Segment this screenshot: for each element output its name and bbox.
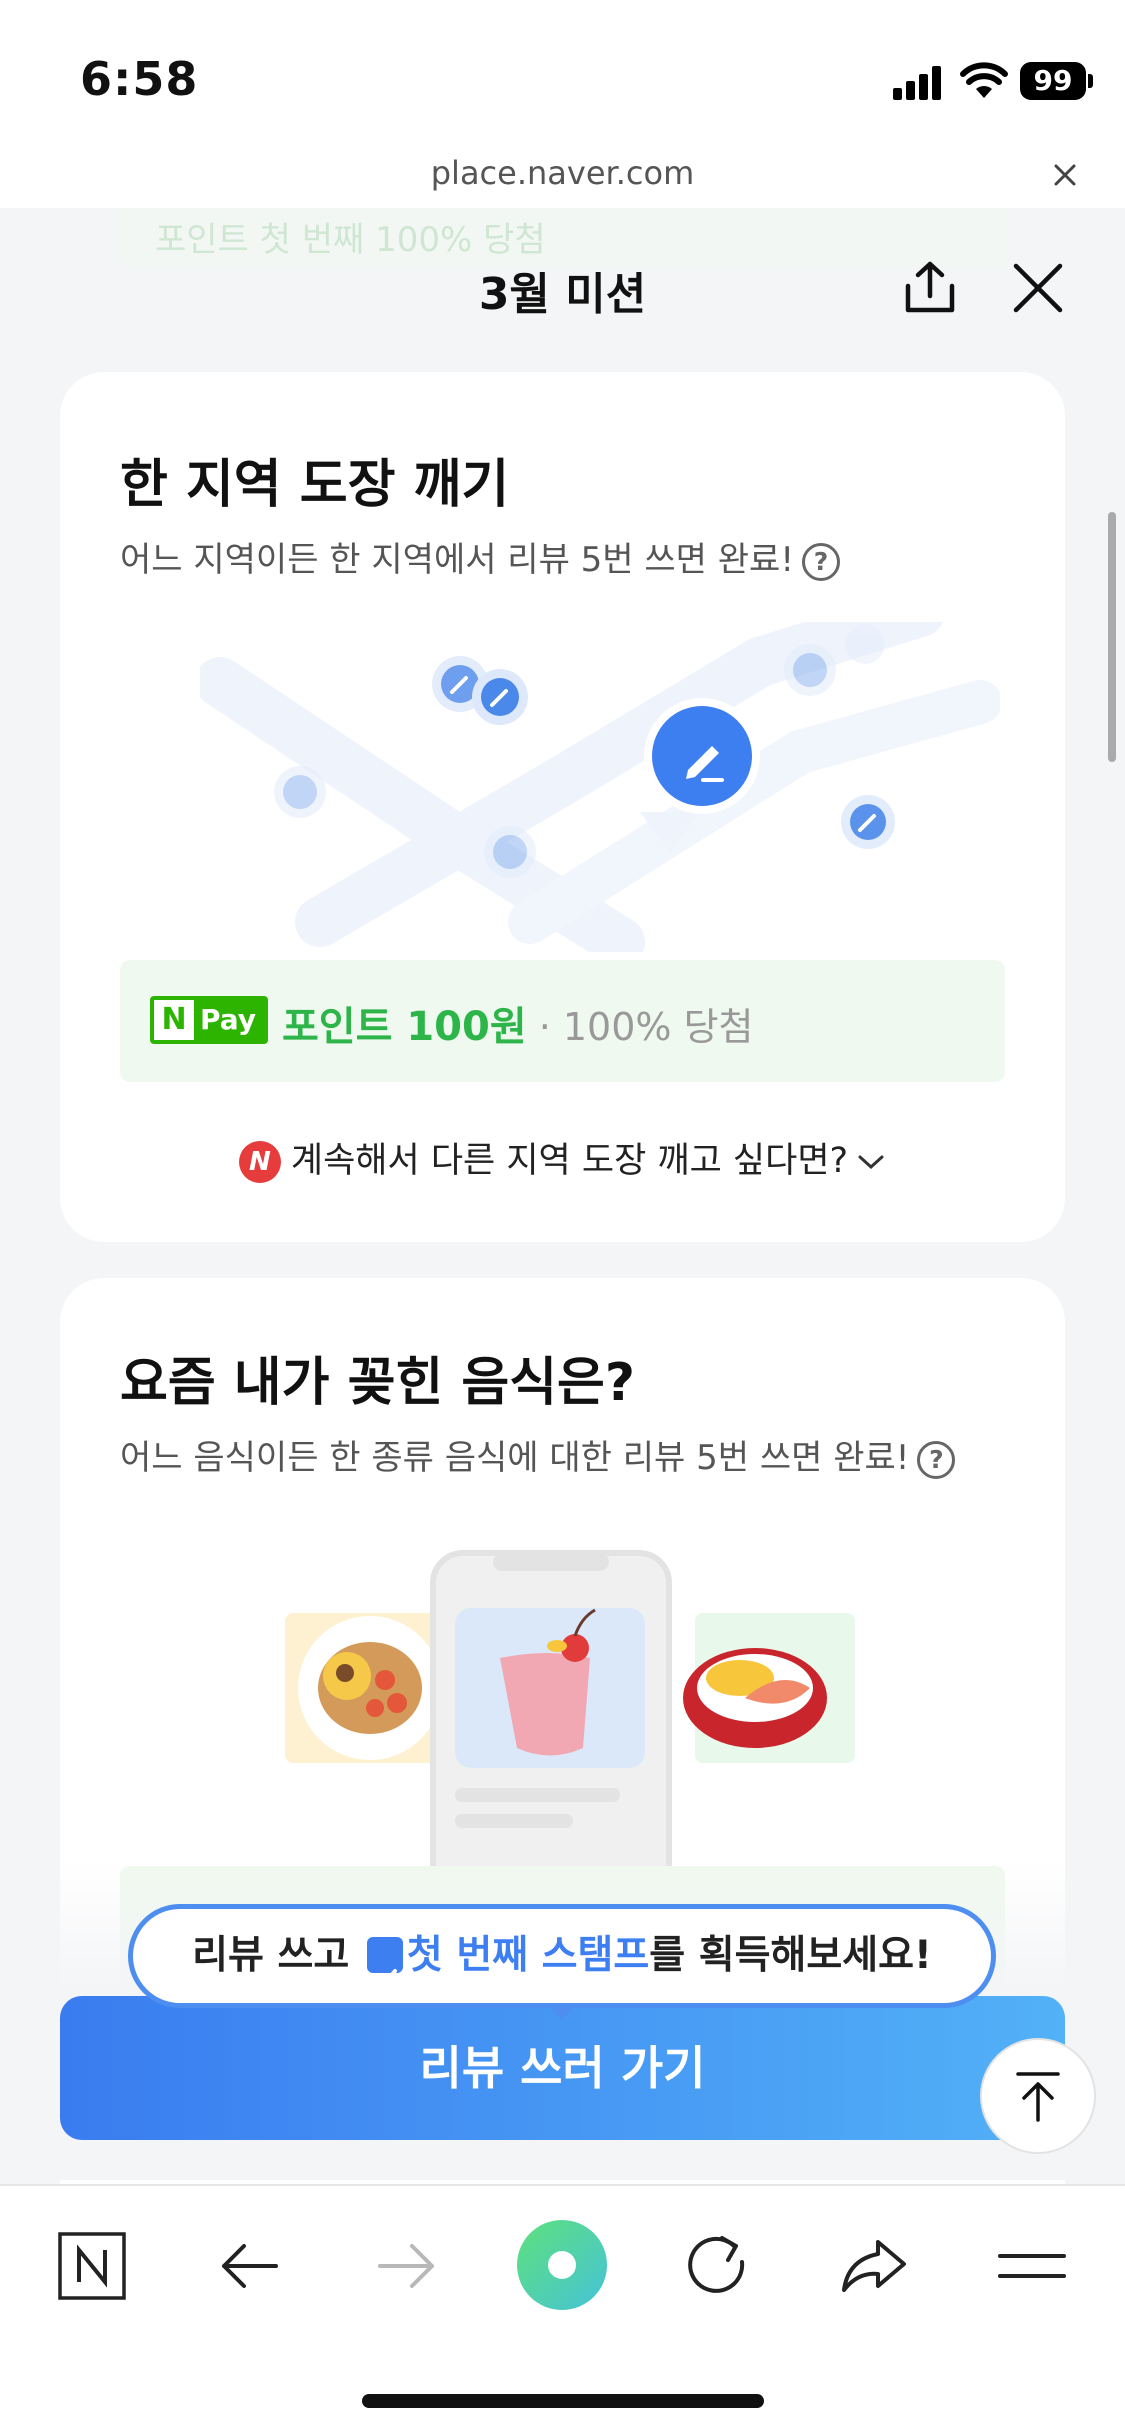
- mission-description: 어느 지역이든 한 지역에서 리뷰 5번 쓰면 완료!?: [120, 532, 840, 581]
- reward-label: 포인트 100원: [282, 1004, 527, 1050]
- cellular-signal-icon: [893, 66, 943, 100]
- scroll-to-top-button[interactable]: [980, 2038, 1096, 2154]
- mission-description: 어느 음식이든 한 종류 음식에 대한 리뷰 5번 쓰면 완료!?: [120, 1430, 956, 1479]
- wifi-icon: [960, 62, 1008, 98]
- url-bar: place.naver.com: [0, 150, 1125, 208]
- scrollbar[interactable]: [1108, 512, 1116, 762]
- refresh-icon[interactable]: [678, 2226, 758, 2306]
- tooltip-prefix: 리뷰 쓰고: [192, 1933, 363, 1978]
- reward-box: N Pay 포인트 100원 · 100% 당첨: [120, 960, 1005, 1082]
- page-header: 포인트 첫 번째 100% 당첨 3월 미션: [0, 208, 1125, 373]
- share-arrow-icon[interactable]: [834, 2226, 914, 2306]
- mission-description-text: 어느 음식이든 한 종류 음식에 대한 리뷰 5번 쓰면 완료!: [120, 1438, 910, 1478]
- close-icon[interactable]: [1048, 158, 1082, 192]
- food-phone-illustration: [285, 1550, 855, 1898]
- npay-pay: Pay: [200, 1003, 257, 1036]
- reward-separator: ·: [526, 1005, 563, 1049]
- mission-card-region: 한 지역 도장 깨기 어느 지역이든 한 지역에서 리뷰 5번 쓰면 완료!? …: [60, 372, 1065, 1242]
- battery-tip: [1088, 74, 1093, 88]
- battery-icon: 99: [1020, 62, 1086, 100]
- reward-text: 포인트 100원 · 100% 당첨: [282, 994, 754, 1052]
- close-icon[interactable]: [1010, 260, 1066, 316]
- help-icon[interactable]: ?: [917, 1440, 956, 1479]
- npay-n: N: [154, 1000, 194, 1040]
- mission-title: 요즘 내가 꽂힌 음식은?: [120, 1353, 636, 1413]
- arrow-up-icon: [1016, 2072, 1060, 2122]
- help-icon[interactable]: ?: [801, 542, 840, 581]
- status-bar: 6:58 99: [0, 0, 1125, 150]
- continue-missions-link[interactable]: N 계속해서 다른 지역 도장 깨고 싶다면?: [60, 1132, 1065, 1183]
- status-time: 6:58: [80, 52, 199, 106]
- continue-text: 계속해서 다른 지역 도장 깨고 싶다면?: [290, 1141, 849, 1181]
- checkbox-icon: [366, 1936, 403, 1987]
- green-dot-icon[interactable]: [515, 2218, 609, 2312]
- npay-logo: N Pay: [150, 996, 268, 1044]
- reward-note: 100% 당첨: [562, 1005, 754, 1049]
- home-indicator: [362, 2394, 764, 2408]
- tooltip-suffix: 를 획득해보세요!: [649, 1933, 932, 1978]
- back-arrow-icon[interactable]: [210, 2226, 290, 2306]
- chevron-down-icon: [858, 1155, 884, 1170]
- naver-n-icon: N: [238, 1141, 281, 1183]
- forward-arrow-icon[interactable]: [366, 2226, 446, 2306]
- mission-description-text: 어느 지역이든 한 지역에서 리뷰 5번 쓰면 완료!: [120, 540, 794, 580]
- map-stamp-illustration: [200, 622, 1000, 952]
- naver-home-icon[interactable]: [52, 2226, 132, 2306]
- share-icon[interactable]: [900, 258, 960, 318]
- menu-icon[interactable]: [992, 2226, 1072, 2306]
- tooltip-tail: [548, 2004, 576, 2020]
- mission-title: 한 지역 도장 깨기: [120, 455, 510, 515]
- url-text[interactable]: place.naver.com: [0, 154, 1125, 192]
- tooltip-highlight: 첫 번째 스탬프: [406, 1933, 650, 1978]
- stamp-tooltip: 리뷰 쓰고 첫 번째 스탬프를 획득해보세요!: [128, 1904, 996, 2008]
- underlying-content-text: 포인트 첫 번째 100% 당첨: [155, 220, 546, 260]
